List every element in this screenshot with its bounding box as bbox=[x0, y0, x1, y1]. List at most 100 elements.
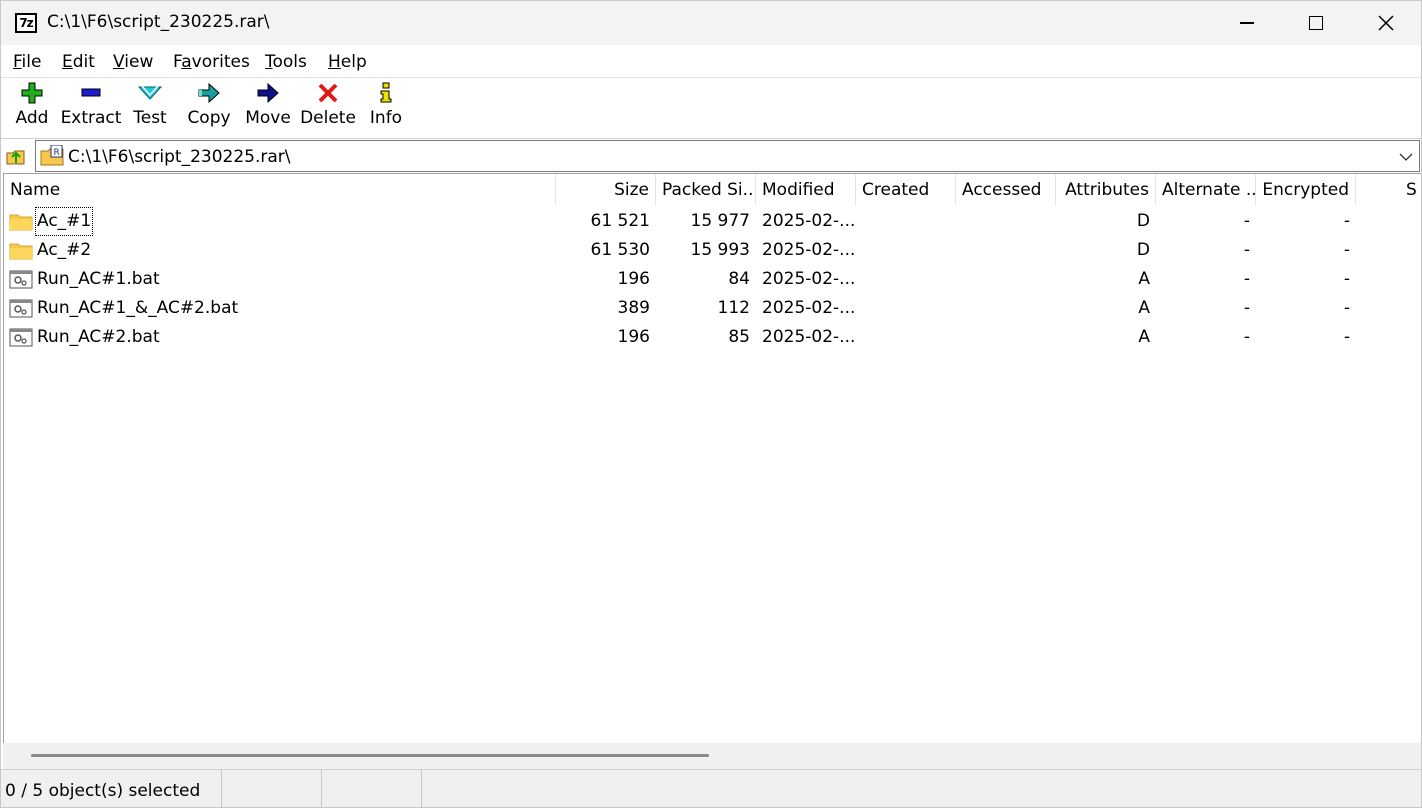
folder-icon bbox=[9, 211, 33, 233]
test-checkmark-icon bbox=[137, 80, 163, 106]
cell-packed-size: 85 bbox=[728, 327, 750, 347]
cell-size: 196 bbox=[617, 269, 650, 289]
cell-created bbox=[856, 265, 956, 294]
menu-tools[interactable]: Tools bbox=[265, 52, 307, 72]
cell-name[interactable]: Ac_#1 bbox=[4, 207, 556, 236]
cell-packed-size: 84 bbox=[728, 269, 750, 289]
status-selection-count: 0 / 5 object(s) selected bbox=[1, 770, 222, 808]
up-folder-button[interactable] bbox=[5, 145, 27, 167]
column-header-accessed[interactable]: Accessed bbox=[956, 174, 1056, 206]
minimize-button[interactable] bbox=[1212, 1, 1282, 45]
maximize-button[interactable] bbox=[1281, 1, 1351, 45]
cell-size: 61 530 bbox=[590, 240, 650, 260]
file-name: Run_AC#1_&_AC#2.bat bbox=[37, 298, 239, 318]
cell-encrypted: - bbox=[1343, 269, 1350, 289]
table-row[interactable]: Ac_#2 61 530 15 993 2025-02-... D - - bbox=[4, 236, 1421, 265]
chevron-down-icon bbox=[1399, 153, 1413, 161]
scrollbar-thumb[interactable] bbox=[31, 754, 709, 757]
address-bar: R C:\1\F6\script_230225.rar\ bbox=[1, 138, 1421, 172]
close-icon bbox=[1378, 15, 1394, 31]
add-icon bbox=[19, 80, 45, 106]
cell-modified: 2025-02-... bbox=[762, 269, 856, 289]
batch-file-icon bbox=[9, 298, 33, 320]
7zip-app-icon: 7z bbox=[15, 13, 37, 33]
delete-button[interactable]: Delete bbox=[300, 80, 356, 134]
cell-modified: 2025-02-... bbox=[762, 211, 856, 231]
cell-packed-size: 112 bbox=[717, 298, 750, 318]
cell-created bbox=[856, 207, 956, 236]
file-name: Ac_#1 bbox=[35, 207, 94, 236]
cell-packed-size: 15 977 bbox=[690, 211, 750, 231]
cell-accessed bbox=[956, 265, 1056, 294]
address-combobox[interactable]: R C:\1\F6\script_230225.rar\ bbox=[35, 140, 1420, 172]
cell-alternate: - bbox=[1243, 327, 1250, 347]
column-header-encrypted[interactable]: Encrypted bbox=[1256, 174, 1356, 206]
status-pane-3 bbox=[322, 770, 422, 808]
column-header-packed-size[interactable]: Packed Si... bbox=[656, 174, 756, 206]
menu-bar: File Edit View Favorites Tools Help bbox=[1, 45, 1421, 77]
horizontal-scrollbar[interactable] bbox=[3, 743, 1421, 769]
test-button[interactable]: Test bbox=[127, 80, 173, 134]
menu-view[interactable]: View bbox=[113, 52, 153, 72]
column-header-name[interactable]: Name bbox=[4, 174, 556, 206]
cell-packed-size: 15 993 bbox=[690, 240, 750, 260]
status-pane-2 bbox=[222, 770, 322, 808]
cell-attributes: D bbox=[1136, 211, 1150, 231]
info-icon bbox=[373, 80, 399, 106]
column-header-created[interactable]: Created bbox=[856, 174, 956, 206]
column-header-row: Name Size Packed Si... Modified Created … bbox=[4, 174, 1421, 206]
column-header-attributes[interactable]: Attributes bbox=[1056, 174, 1156, 206]
move-arrow-icon bbox=[255, 80, 281, 106]
minimize-icon bbox=[1240, 22, 1254, 24]
table-row[interactable]: Run_AC#1.bat 196 84 2025-02-... A - - bbox=[4, 265, 1421, 294]
cell-encrypted: - bbox=[1343, 240, 1350, 260]
app-window: 7z C:\1\F6\script_230225.rar\ File Edit … bbox=[0, 0, 1422, 808]
cell-name[interactable]: Ac_#2 bbox=[4, 236, 556, 265]
cell-modified: 2025-02-... bbox=[762, 327, 856, 347]
title-bar[interactable]: 7z C:\1\F6\script_230225.rar\ bbox=[1, 1, 1421, 45]
cell-accessed bbox=[956, 236, 1056, 265]
add-button[interactable]: Add bbox=[9, 80, 55, 134]
window-title: C:\1\F6\script_230225.rar\ bbox=[47, 12, 270, 32]
address-dropdown-button[interactable] bbox=[1399, 149, 1413, 163]
menu-help[interactable]: Help bbox=[328, 52, 367, 72]
cell-accessed bbox=[956, 294, 1056, 323]
cell-attributes: A bbox=[1138, 298, 1150, 318]
close-button[interactable] bbox=[1351, 1, 1421, 45]
cell-name[interactable]: Run_AC#2.bat bbox=[4, 323, 556, 352]
menu-favorites[interactable]: Favorites bbox=[173, 52, 250, 72]
column-header-next[interactable]: S bbox=[1356, 174, 1421, 206]
table-row[interactable]: Run_AC#2.bat 196 85 2025-02-... A - - bbox=[4, 323, 1421, 352]
toolbar: Add Extract Test Copy Move Delete Info bbox=[1, 77, 1421, 137]
batch-file-icon bbox=[9, 269, 33, 291]
copy-arrow-icon bbox=[196, 80, 222, 106]
column-header-alternate[interactable]: Alternate ... bbox=[1156, 174, 1256, 206]
folder-up-icon bbox=[6, 150, 25, 165]
status-bar: 0 / 5 object(s) selected bbox=[1, 769, 1421, 808]
menu-edit[interactable]: Edit bbox=[62, 52, 95, 72]
cell-alternate: - bbox=[1243, 240, 1250, 260]
file-name: Run_AC#1.bat bbox=[37, 269, 160, 289]
cell-attributes: A bbox=[1138, 269, 1150, 289]
cell-name[interactable]: Run_AC#1.bat bbox=[4, 265, 556, 294]
cell-size: 389 bbox=[617, 298, 650, 318]
address-path-input[interactable]: C:\1\F6\script_230225.rar\ bbox=[68, 147, 291, 167]
column-header-size[interactable]: Size bbox=[556, 174, 656, 206]
cell-name[interactable]: Run_AC#1_&_AC#2.bat bbox=[4, 294, 556, 323]
table-row[interactable]: Run_AC#1_&_AC#2.bat 389 112 2025-02-... A - - bbox=[4, 294, 1421, 323]
move-button[interactable]: Move bbox=[243, 80, 293, 134]
menu-file[interactable]: File bbox=[13, 52, 41, 72]
extract-button[interactable]: Extract bbox=[61, 80, 121, 134]
cell-accessed bbox=[956, 323, 1056, 352]
cell-alternate: - bbox=[1243, 269, 1250, 289]
copy-button[interactable]: Copy bbox=[185, 80, 233, 134]
cell-modified: 2025-02-... bbox=[762, 298, 856, 318]
file-list-view[interactable]: Name Size Packed Si... Modified Created … bbox=[3, 173, 1421, 743]
info-button[interactable]: Info bbox=[367, 80, 405, 134]
folder-icon bbox=[9, 240, 33, 262]
column-header-modified[interactable]: Modified bbox=[756, 174, 856, 206]
cell-created bbox=[856, 236, 956, 265]
batch-file-icon bbox=[9, 327, 33, 349]
cell-created bbox=[856, 323, 956, 352]
table-row[interactable]: Ac_#1 61 521 15 977 2025-02-... D - - bbox=[4, 207, 1421, 236]
